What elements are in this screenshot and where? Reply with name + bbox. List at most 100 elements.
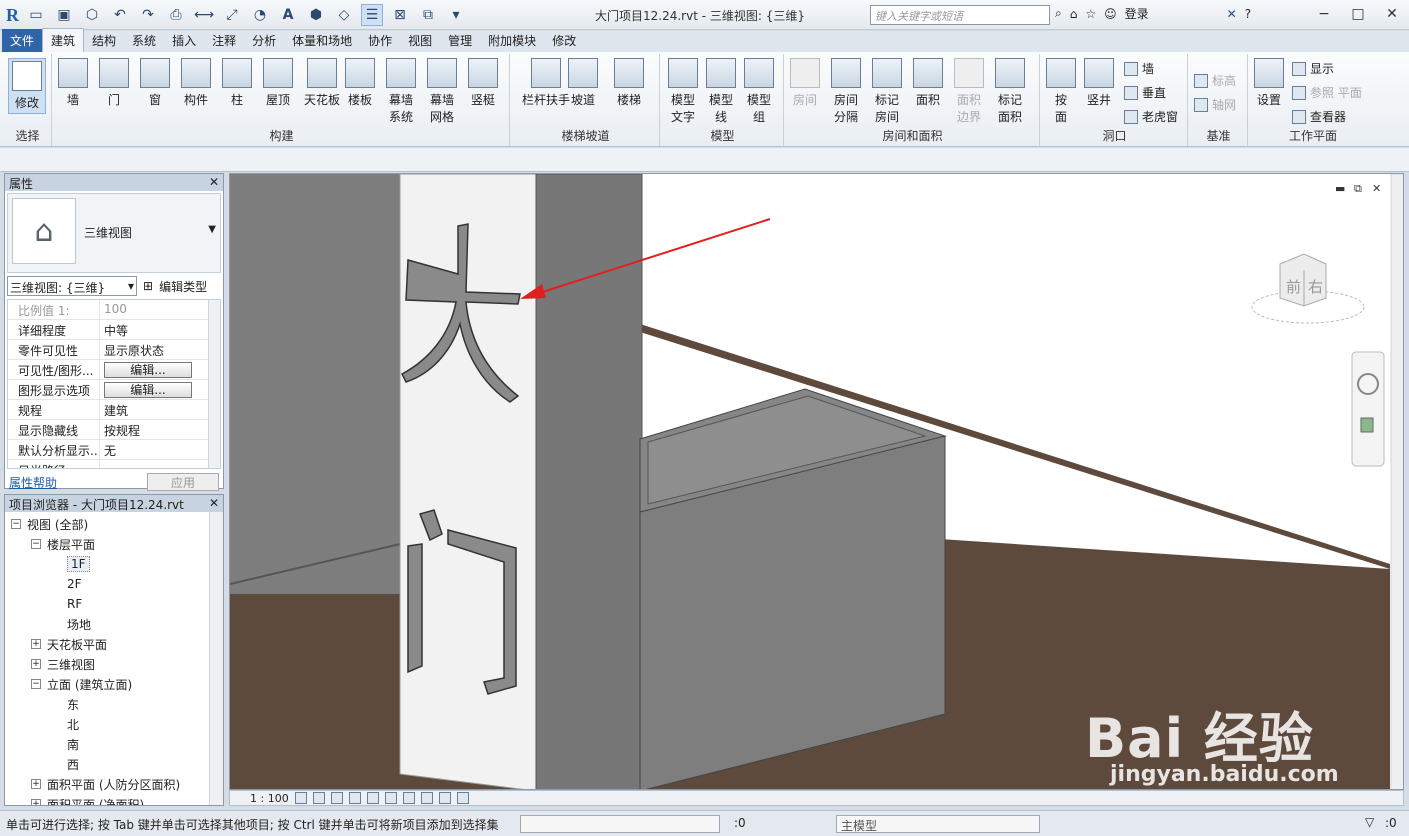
room-button-5[interactable]: 标记 面积 bbox=[995, 58, 1025, 125]
show-crop-icon[interactable] bbox=[402, 792, 415, 804]
viewport-scrollbar[interactable] bbox=[1390, 174, 1404, 790]
opening-wall-button[interactable]: 墙 bbox=[1124, 60, 1154, 77]
ref-plane-button[interactable]: 参照 平面 bbox=[1292, 84, 1362, 101]
minimize-icon[interactable]: − bbox=[1307, 0, 1341, 28]
close-hidden-icon[interactable]: ⊠ bbox=[389, 4, 411, 26]
login-link[interactable]: 登录 bbox=[1125, 5, 1149, 22]
filter-icon[interactable]: ▽ bbox=[1365, 815, 1374, 829]
open-icon[interactable]: ▭ bbox=[25, 4, 47, 26]
build-button-3[interactable]: 构件 bbox=[181, 58, 211, 108]
left-wall[interactable] bbox=[230, 174, 400, 594]
edit-type-button[interactable]: 编辑类型 bbox=[159, 278, 207, 295]
tree-node[interactable]: + 面积平面 (净面积) bbox=[5, 794, 223, 805]
measure-icon[interactable]: ⟷ bbox=[193, 4, 215, 26]
opening-vertical-button[interactable]: 垂直 bbox=[1124, 84, 1166, 101]
build-button-10[interactable]: 竖梃 bbox=[468, 58, 498, 108]
tree-node[interactable]: 1F bbox=[5, 554, 223, 574]
tab-2[interactable]: 结构 bbox=[84, 29, 124, 52]
viewer-button[interactable]: 查看器 bbox=[1292, 108, 1346, 125]
model-button-2[interactable]: 模型 组 bbox=[744, 58, 774, 125]
room-button-2[interactable]: 标记 房间 bbox=[872, 58, 902, 125]
property-row[interactable]: 默认分析显示... 无 bbox=[8, 440, 220, 460]
collapse-icon[interactable]: − bbox=[11, 519, 21, 529]
detail-level-icon[interactable] bbox=[294, 792, 307, 804]
tree-node[interactable]: 南 bbox=[5, 734, 223, 754]
tree-node[interactable]: − 立面 (建筑立面) bbox=[5, 674, 223, 694]
grid-button[interactable]: 轴网 bbox=[1194, 96, 1236, 113]
stairs-button-1[interactable]: 坡道 bbox=[568, 58, 598, 108]
tree-node[interactable]: 2F bbox=[5, 574, 223, 594]
properties-scrollbar[interactable] bbox=[208, 300, 220, 468]
view-instance-select[interactable]: 三维视图: {三维} ▾ bbox=[7, 276, 137, 296]
maximize-icon[interactable]: □ bbox=[1341, 0, 1375, 28]
gate-pillar-side[interactable] bbox=[535, 174, 643, 790]
property-value[interactable]: 无 bbox=[100, 440, 220, 459]
tree-node[interactable]: 西 bbox=[5, 754, 223, 774]
property-value[interactable]: 100 bbox=[100, 300, 220, 319]
customize-qat-icon[interactable]: ▾ bbox=[445, 4, 467, 26]
property-value[interactable]: 按规程 bbox=[100, 420, 220, 439]
property-value[interactable]: 编辑... bbox=[100, 360, 220, 379]
temp-hide-icon[interactable] bbox=[438, 792, 451, 804]
thin-lines-icon[interactable]: ☰ bbox=[361, 4, 383, 26]
3d-view-icon[interactable]: ⬢ bbox=[305, 4, 327, 26]
expand-icon[interactable]: + bbox=[31, 779, 41, 789]
property-row[interactable]: 日光路径 bbox=[8, 460, 220, 468]
property-value[interactable]: 中等 bbox=[100, 320, 220, 339]
room-button-0[interactable]: 房间 bbox=[790, 58, 820, 108]
expand-icon[interactable]: + bbox=[31, 659, 41, 669]
switch-windows-icon[interactable]: ⧉ bbox=[417, 4, 439, 26]
user-icon[interactable]: ☺ bbox=[1104, 7, 1117, 21]
view-cube-front[interactable]: 前 bbox=[1286, 278, 1301, 296]
tree-node[interactable]: + 天花板平面 bbox=[5, 634, 223, 654]
property-row[interactable]: 可见性/图形... 编辑... bbox=[8, 360, 220, 380]
shadows-icon[interactable] bbox=[348, 792, 361, 804]
lock-view-icon[interactable] bbox=[420, 792, 433, 804]
section-icon[interactable]: ◇ bbox=[333, 4, 355, 26]
stairs-button-0[interactable]: 栏杆扶手 bbox=[522, 58, 570, 108]
stairs-button-2[interactable]: 楼梯 bbox=[614, 58, 644, 108]
workset-select[interactable] bbox=[520, 815, 720, 833]
sun-path-icon[interactable] bbox=[330, 792, 343, 804]
tab-12[interactable]: 修改 bbox=[544, 29, 584, 52]
viewport-close-icon[interactable]: ✕ bbox=[1372, 182, 1381, 195]
tab-4[interactable]: 插入 bbox=[164, 29, 204, 52]
tab-5[interactable]: 注释 bbox=[204, 29, 244, 52]
show-workplane-button[interactable]: 显示 bbox=[1292, 60, 1334, 77]
tree-node[interactable]: RF bbox=[5, 594, 223, 614]
viewport-minimize-icon[interactable]: ▬ bbox=[1335, 182, 1345, 195]
3d-viewport[interactable]: ▬ ⧉ ✕ 前 右 Bai 经验 jingyan.baidu.com bbox=[229, 173, 1404, 790]
render-icon[interactable] bbox=[366, 792, 379, 804]
property-row[interactable]: 显示隐藏线 按规程 bbox=[8, 420, 220, 440]
model-button-1[interactable]: 模型 线 bbox=[706, 58, 736, 125]
browser-scrollbar[interactable] bbox=[209, 512, 223, 805]
build-button-7[interactable]: 楼板 bbox=[345, 58, 375, 108]
type-selector[interactable]: ⌂ 三维视图 ▼ bbox=[7, 193, 221, 273]
favorites-icon[interactable]: ☆ bbox=[1085, 7, 1096, 21]
close-browser-icon[interactable]: ✕ bbox=[209, 496, 219, 511]
close-properties-icon[interactable]: ✕ bbox=[209, 175, 219, 190]
crop-icon[interactable] bbox=[384, 792, 397, 804]
level-button[interactable]: 标高 bbox=[1194, 72, 1236, 89]
build-button-5[interactable]: 屋顶 bbox=[263, 58, 293, 108]
viewport-restore-icon[interactable]: ⧉ bbox=[1354, 182, 1362, 195]
zoom-icon[interactable] bbox=[1360, 417, 1374, 433]
sync-icon[interactable]: ⬡ bbox=[81, 4, 103, 26]
build-button-1[interactable]: 门 bbox=[99, 58, 129, 108]
opening-button-0[interactable]: 按 面 bbox=[1046, 58, 1076, 125]
expand-icon[interactable]: + bbox=[31, 639, 41, 649]
tree-node[interactable]: + 三维视图 bbox=[5, 654, 223, 674]
dimension-icon[interactable]: ⤢ bbox=[221, 4, 243, 26]
build-button-0[interactable]: 墙 bbox=[58, 58, 88, 108]
tab-0[interactable]: 文件 bbox=[2, 29, 43, 52]
help-icon[interactable]: ? bbox=[1245, 7, 1251, 21]
reveal-hidden-icon[interactable] bbox=[456, 792, 469, 804]
property-row[interactable]: 规程 建筑 bbox=[8, 400, 220, 420]
text-icon[interactable]: A bbox=[277, 4, 299, 26]
tree-node[interactable]: + 面积平面 (人防分区面积) bbox=[5, 774, 223, 794]
opening-button-1[interactable]: 竖井 bbox=[1084, 58, 1114, 108]
collapse-icon[interactable]: − bbox=[31, 539, 41, 549]
tree-node[interactable]: − 楼层平面 bbox=[5, 534, 223, 554]
room-button-4[interactable]: 面积 边界 bbox=[954, 58, 984, 125]
property-value[interactable] bbox=[100, 460, 220, 468]
